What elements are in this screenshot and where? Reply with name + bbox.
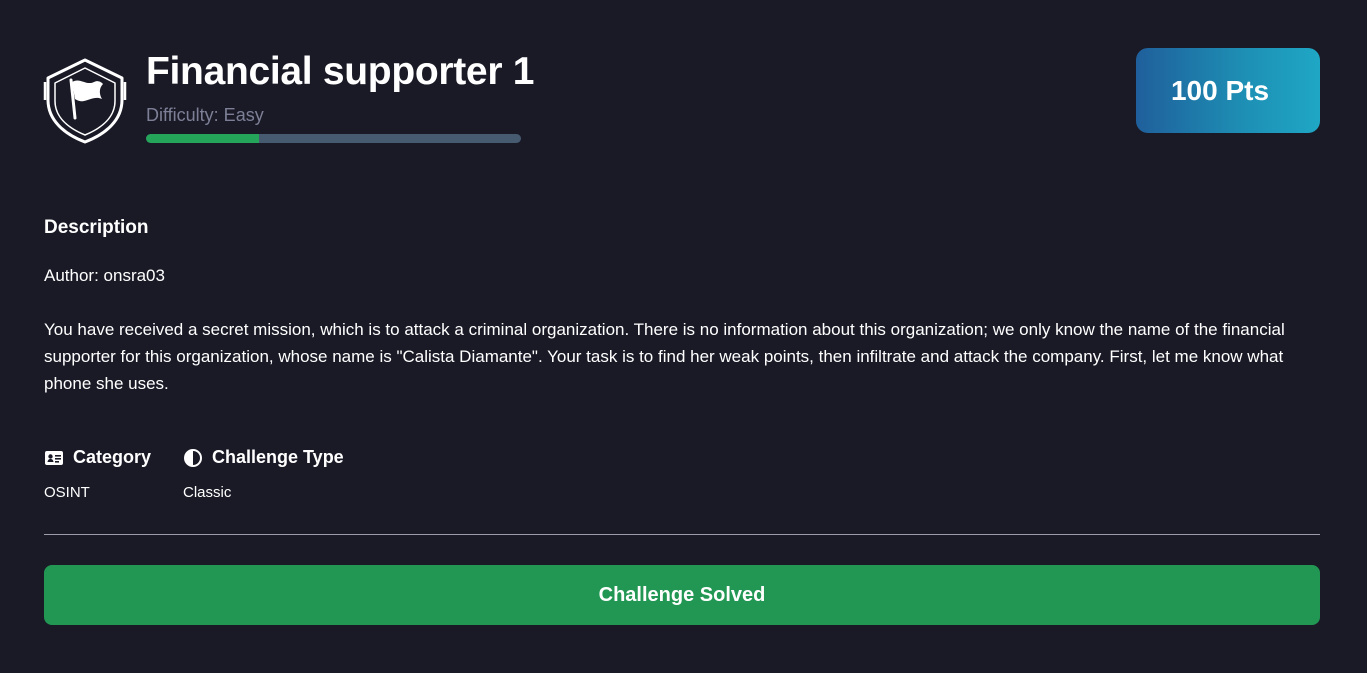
category-label: Category xyxy=(73,447,152,467)
id-card-icon xyxy=(44,448,64,468)
divider xyxy=(44,534,1320,535)
challenge-type-heading: Challenge Type xyxy=(183,447,344,468)
category-block: Category OSINT xyxy=(44,447,151,501)
half-circle-icon xyxy=(183,448,203,468)
challenge-type-value: Classic xyxy=(183,484,232,501)
difficulty-progress-fill xyxy=(146,134,259,143)
challenge-title: Financial supporter 1 xyxy=(146,50,535,93)
difficulty-progress-bar xyxy=(146,134,521,143)
category-heading: Category xyxy=(44,447,151,468)
shield-flag-icon xyxy=(42,56,128,146)
challenge-page: Financial supporter 1 Difficulty: Easy 1… xyxy=(0,0,1367,673)
description-heading: Description xyxy=(44,217,149,238)
challenge-solved-button[interactable]: Challenge Solved xyxy=(44,565,1320,625)
difficulty-label: Difficulty: Easy xyxy=(146,105,264,125)
author-line: Author: onsra03 xyxy=(44,266,165,285)
description-body: You have received a secret mission, whic… xyxy=(44,320,1285,393)
challenge-type-block: Challenge Type Classic xyxy=(183,447,344,501)
points-badge: 100 Pts xyxy=(1136,48,1320,133)
challenge-type-label: Challenge Type xyxy=(212,447,344,467)
category-value: OSINT xyxy=(44,484,90,501)
